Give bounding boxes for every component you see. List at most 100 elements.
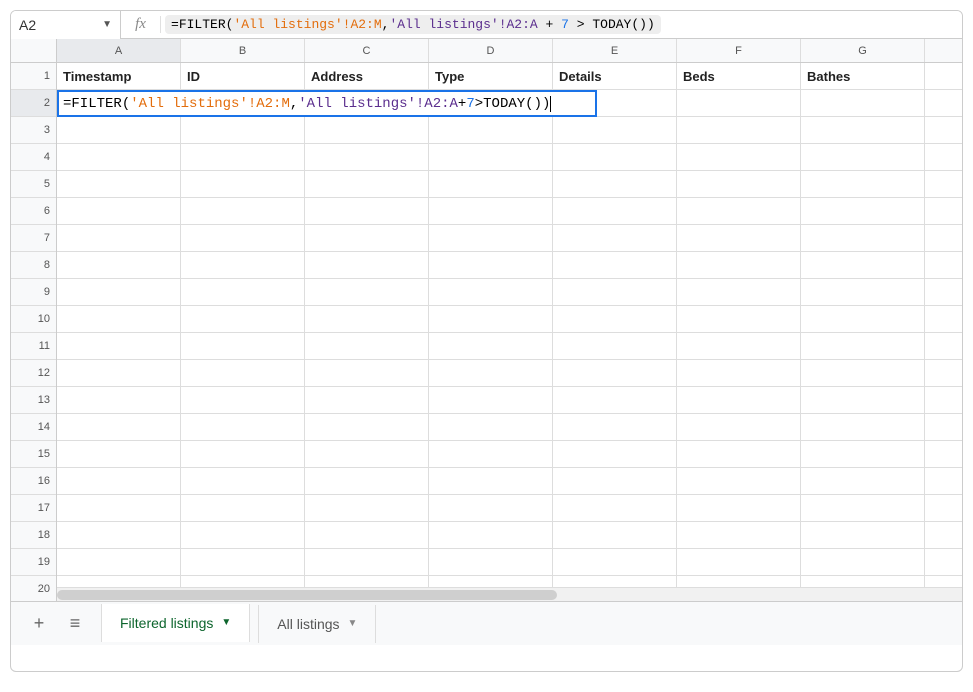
cell[interactable] bbox=[677, 144, 801, 170]
cell[interactable] bbox=[429, 360, 553, 386]
chevron-down-icon[interactable]: ▼ bbox=[348, 618, 358, 629]
cell[interactable]: Timestamp bbox=[57, 63, 181, 89]
cell[interactable] bbox=[305, 441, 429, 467]
cell[interactable] bbox=[305, 414, 429, 440]
cell[interactable] bbox=[677, 198, 801, 224]
row-header[interactable]: 18 bbox=[11, 522, 56, 549]
cell[interactable] bbox=[553, 171, 677, 197]
cell[interactable] bbox=[305, 198, 429, 224]
cell[interactable] bbox=[677, 225, 801, 251]
cell[interactable] bbox=[801, 549, 925, 575]
cell[interactable] bbox=[677, 171, 801, 197]
cell[interactable] bbox=[429, 468, 553, 494]
cell[interactable] bbox=[677, 495, 801, 521]
column-header[interactable]: B bbox=[181, 39, 305, 62]
cell[interactable] bbox=[677, 306, 801, 332]
cell[interactable] bbox=[429, 117, 553, 143]
cell[interactable] bbox=[553, 333, 677, 359]
cell[interactable] bbox=[305, 252, 429, 278]
cell[interactable] bbox=[57, 144, 181, 170]
cell[interactable] bbox=[429, 252, 553, 278]
cell[interactable] bbox=[305, 387, 429, 413]
cell[interactable] bbox=[801, 252, 925, 278]
column-header[interactable]: F bbox=[677, 39, 801, 62]
row-header[interactable]: 6 bbox=[11, 198, 56, 225]
cell[interactable] bbox=[57, 414, 181, 440]
cell[interactable] bbox=[553, 279, 677, 305]
cell[interactable] bbox=[801, 522, 925, 548]
cell[interactable] bbox=[801, 441, 925, 467]
cell[interactable] bbox=[181, 198, 305, 224]
cell[interactable] bbox=[677, 252, 801, 278]
cell[interactable] bbox=[305, 360, 429, 386]
cell[interactable] bbox=[181, 333, 305, 359]
cell[interactable] bbox=[801, 360, 925, 386]
all-sheets-button[interactable]: ≡ bbox=[57, 606, 93, 642]
cell[interactable] bbox=[57, 522, 181, 548]
row-header[interactable]: 4 bbox=[11, 144, 56, 171]
row-header[interactable]: 5 bbox=[11, 171, 56, 198]
cell[interactable] bbox=[429, 306, 553, 332]
cell[interactable] bbox=[801, 144, 925, 170]
cell[interactable] bbox=[553, 360, 677, 386]
cell[interactable] bbox=[801, 387, 925, 413]
cell[interactable] bbox=[553, 468, 677, 494]
row-header[interactable]: 9 bbox=[11, 279, 56, 306]
chevron-down-icon[interactable]: ▼ bbox=[221, 617, 231, 628]
cell[interactable] bbox=[305, 144, 429, 170]
cell[interactable] bbox=[429, 522, 553, 548]
cell[interactable] bbox=[429, 198, 553, 224]
cell[interactable]: ID bbox=[181, 63, 305, 89]
cell[interactable] bbox=[57, 441, 181, 467]
row-header[interactable]: 3 bbox=[11, 117, 56, 144]
cell[interactable] bbox=[181, 414, 305, 440]
cell[interactable] bbox=[677, 360, 801, 386]
cell[interactable] bbox=[677, 414, 801, 440]
cell[interactable] bbox=[677, 333, 801, 359]
cell[interactable] bbox=[181, 549, 305, 575]
cell[interactable] bbox=[677, 117, 801, 143]
cell[interactable] bbox=[801, 495, 925, 521]
cell[interactable] bbox=[181, 252, 305, 278]
cell[interactable] bbox=[801, 90, 925, 116]
column-header[interactable]: A bbox=[57, 39, 181, 62]
cell[interactable] bbox=[801, 279, 925, 305]
sheet-tab-filtered-listings[interactable]: Filtered listings ▼ bbox=[101, 604, 250, 642]
cell[interactable] bbox=[181, 279, 305, 305]
cell[interactable]: Beds bbox=[677, 63, 801, 89]
cell[interactable] bbox=[181, 495, 305, 521]
row-header[interactable]: 20 bbox=[11, 576, 56, 601]
cell[interactable] bbox=[553, 117, 677, 143]
row-header[interactable]: 7 bbox=[11, 225, 56, 252]
cell[interactable] bbox=[57, 468, 181, 494]
cell[interactable] bbox=[801, 225, 925, 251]
cell[interactable] bbox=[181, 360, 305, 386]
cell[interactable] bbox=[553, 441, 677, 467]
cell[interactable] bbox=[429, 387, 553, 413]
cell[interactable] bbox=[305, 468, 429, 494]
cell[interactable] bbox=[553, 306, 677, 332]
cell[interactable] bbox=[801, 468, 925, 494]
cell[interactable] bbox=[181, 441, 305, 467]
select-all-corner[interactable] bbox=[11, 39, 56, 63]
formula-input[interactable]: = FILTER ( 'All listings'!A2:M , 'All li… bbox=[161, 11, 962, 38]
cell[interactable] bbox=[305, 225, 429, 251]
cell[interactable] bbox=[305, 522, 429, 548]
cell[interactable]: Bathes bbox=[801, 63, 925, 89]
cell[interactable] bbox=[305, 549, 429, 575]
cell[interactable] bbox=[305, 171, 429, 197]
cell[interactable] bbox=[553, 144, 677, 170]
cell[interactable] bbox=[305, 279, 429, 305]
cell[interactable] bbox=[429, 549, 553, 575]
cell[interactable] bbox=[801, 117, 925, 143]
cell[interactable] bbox=[801, 414, 925, 440]
column-header[interactable]: C bbox=[305, 39, 429, 62]
cell[interactable] bbox=[57, 549, 181, 575]
cell[interactable] bbox=[305, 333, 429, 359]
cell[interactable] bbox=[429, 279, 553, 305]
cell[interactable] bbox=[677, 549, 801, 575]
scrollbar-thumb[interactable] bbox=[57, 590, 557, 600]
cell[interactable] bbox=[553, 387, 677, 413]
cell[interactable] bbox=[677, 90, 801, 116]
cell[interactable] bbox=[181, 468, 305, 494]
